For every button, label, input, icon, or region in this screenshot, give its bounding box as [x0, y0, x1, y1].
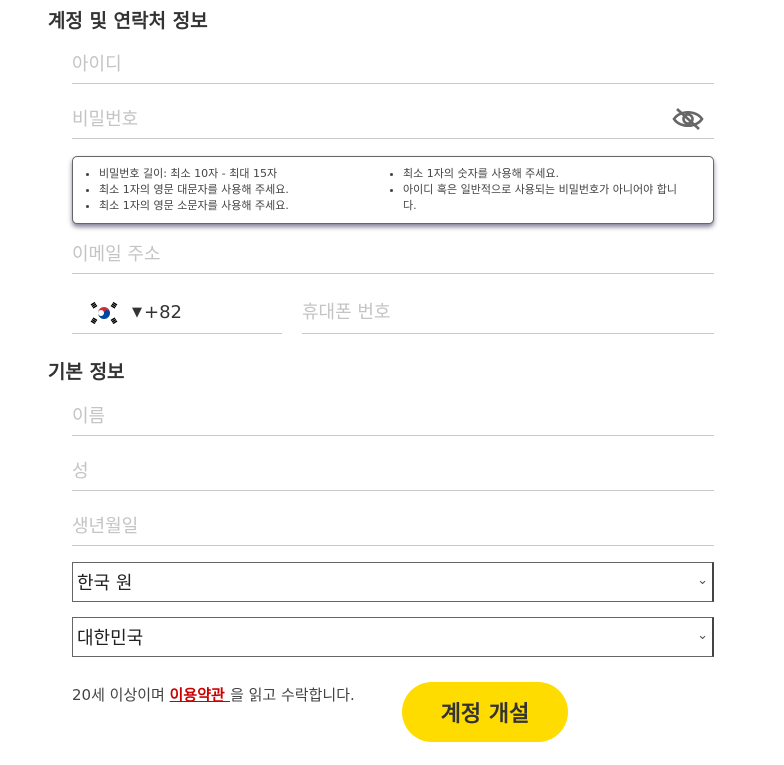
email-field-wrapper	[72, 236, 714, 274]
country-dial-code: +82	[144, 302, 182, 323]
password-rule: 최소 1자의 영문 소문자를 사용해 주세요.	[99, 198, 381, 214]
dropdown-caret-icon: ▼	[132, 305, 142, 320]
terms-agreement-text: 20세 이상이며 이용약관 을 읽고 수락합니다.	[72, 684, 355, 705]
password-rules-left: 비밀번호 길이: 최소 10자 - 최대 15자 최소 1자의 영문 대문자를 …	[85, 166, 381, 223]
id-field-wrapper	[72, 46, 714, 84]
password-rules-box: 비밀번호 길이: 최소 10자 - 최대 15자 최소 1자의 영문 대문자를 …	[72, 156, 714, 224]
phone-input[interactable]	[302, 292, 714, 333]
terms-suffix: 을 읽고 수락합니다.	[230, 686, 355, 704]
password-rules-right: 최소 1자의 숫자를 사용해 주세요. 아이디 혹은 일반적으로 사용되는 비밀…	[381, 166, 687, 223]
password-rule: 최소 1자의 영문 대문자를 사용해 주세요.	[99, 182, 381, 198]
birthdate-input[interactable]	[72, 508, 714, 545]
password-field-wrapper	[72, 101, 714, 139]
id-input[interactable]	[72, 46, 714, 83]
country-select[interactable]: 대한민국 ⌄	[72, 617, 714, 657]
password-input[interactable]	[72, 101, 714, 138]
create-account-button[interactable]: 계정 개설	[402, 682, 568, 742]
chevron-down-icon: ⌄	[697, 573, 708, 588]
phone-field-wrapper	[302, 292, 714, 334]
password-rule: 아이디 혹은 일반적으로 사용되는 비밀번호가 아니어야 합니다.	[403, 182, 687, 214]
password-rule: 최소 1자의 숫자를 사용해 주세요.	[403, 166, 687, 182]
south-korea-flag-icon	[88, 300, 120, 325]
registration-form: 계정 및 연락처 정보 비밀번호 길이: 최소 10자 - 최대 15자 최소 …	[0, 0, 784, 765]
currency-select[interactable]: 한국 원 ⌄	[72, 562, 714, 602]
currency-value: 한국 원	[77, 573, 133, 594]
password-rule: 비밀번호 길이: 최소 10자 - 최대 15자	[99, 166, 381, 182]
phone-country-selector[interactable]: ▼ +82	[72, 292, 282, 334]
terms-prefix: 20세 이상이며	[72, 686, 170, 704]
country-value: 대한민국	[77, 628, 144, 649]
last-name-field-wrapper	[72, 453, 714, 491]
hide-password-icon[interactable]	[672, 107, 704, 131]
account-section-title: 계정 및 연락처 정보	[48, 10, 208, 32]
terms-link[interactable]: 이용약관	[170, 686, 230, 704]
birthdate-field-wrapper	[72, 508, 714, 546]
basic-section-title: 기본 정보	[48, 361, 125, 383]
first-name-field-wrapper	[72, 398, 714, 436]
first-name-input[interactable]	[72, 398, 714, 435]
chevron-down-icon: ⌄	[697, 628, 708, 643]
last-name-input[interactable]	[72, 453, 714, 490]
email-input[interactable]	[72, 236, 714, 273]
